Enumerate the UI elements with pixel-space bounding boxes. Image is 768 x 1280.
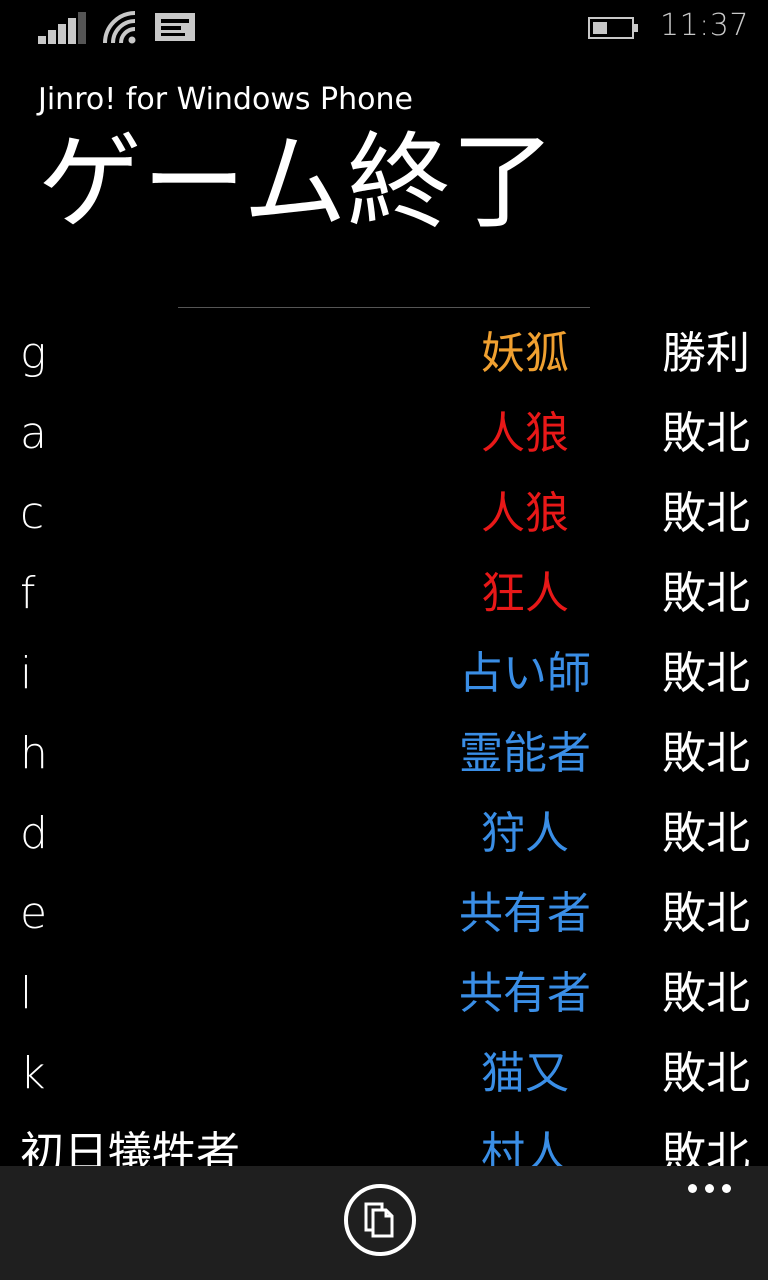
signal-bars-icon — [38, 12, 88, 44]
game-result: 敗北 — [662, 968, 750, 1019]
player-name: i — [20, 648, 33, 699]
player-role: 人狼 — [481, 408, 569, 459]
game-result: 敗北 — [662, 648, 750, 699]
results-list[interactable]: g 妖狐 勝利 a 人狼 敗北 c 人狼 敗北 f 狂人 敗北 i 占い師 敗北 h 霊能者 敗北 d 狩人 敗北 e 共有… — [0, 316, 768, 1166]
status-bar: 11:37 — [0, 0, 768, 58]
game-result: 敗北 — [662, 728, 750, 779]
list-item[interactable]: 初日犠牲者 村人 敗北 — [0, 1116, 768, 1166]
wifi-icon — [102, 10, 138, 44]
player-name: f — [20, 568, 36, 619]
game-result: 敗北 — [662, 1048, 750, 1099]
game-result: 敗北 — [662, 1128, 750, 1166]
player-role: 狩人 — [481, 808, 569, 859]
list-item[interactable]: e 共有者 敗北 — [0, 876, 768, 956]
app-bar — [0, 1166, 768, 1280]
more-dots-icon[interactable] — [684, 1180, 736, 1198]
battery-icon — [588, 16, 640, 40]
status-time: 11:37 — [660, 8, 749, 43]
game-result: 敗北 — [662, 408, 750, 459]
game-result: 敗北 — [662, 888, 750, 939]
page-title: ゲーム終了 — [38, 121, 555, 243]
player-role: 霊能者 — [459, 728, 591, 779]
list-item[interactable]: d 狩人 敗北 — [0, 796, 768, 876]
list-item[interactable]: l 共有者 敗北 — [0, 956, 768, 1036]
player-name: c — [20, 488, 45, 539]
player-name: e — [20, 888, 48, 939]
player-name: a — [20, 408, 47, 459]
player-role: 猫又 — [481, 1048, 569, 1099]
player-name: d — [20, 808, 48, 859]
player-name: h — [20, 728, 48, 779]
copy-button[interactable] — [344, 1184, 416, 1256]
app-title: Jinro! for Windows Phone — [38, 82, 413, 117]
list-item[interactable]: f 狂人 敗北 — [0, 556, 768, 636]
player-name: g — [20, 328, 47, 379]
player-role: 妖狐 — [481, 328, 569, 379]
list-item[interactable]: h 霊能者 敗北 — [0, 716, 768, 796]
game-result: 勝利 — [662, 328, 750, 379]
message-icon — [154, 12, 196, 42]
player-role: 共有者 — [459, 888, 591, 939]
player-role: 村人 — [481, 1128, 569, 1166]
copy-icon — [364, 1202, 394, 1238]
player-role: 狂人 — [481, 568, 569, 619]
player-role: 共有者 — [459, 968, 591, 1019]
game-result: 敗北 — [662, 568, 750, 619]
game-result: 敗北 — [662, 808, 750, 859]
player-name: l — [20, 968, 33, 1019]
list-item[interactable]: i 占い師 敗北 — [0, 636, 768, 716]
player-name: k — [20, 1048, 46, 1099]
player-name: 初日犠牲者 — [20, 1128, 240, 1166]
game-result: 敗北 — [662, 488, 750, 539]
player-role: 人狼 — [481, 488, 569, 539]
player-role: 占い師 — [459, 648, 591, 699]
divider — [178, 307, 590, 308]
list-item[interactable]: g 妖狐 勝利 — [0, 316, 768, 396]
list-item[interactable]: k 猫又 敗北 — [0, 1036, 768, 1116]
list-item[interactable]: a 人狼 敗北 — [0, 396, 768, 476]
list-item[interactable]: c 人狼 敗北 — [0, 476, 768, 556]
